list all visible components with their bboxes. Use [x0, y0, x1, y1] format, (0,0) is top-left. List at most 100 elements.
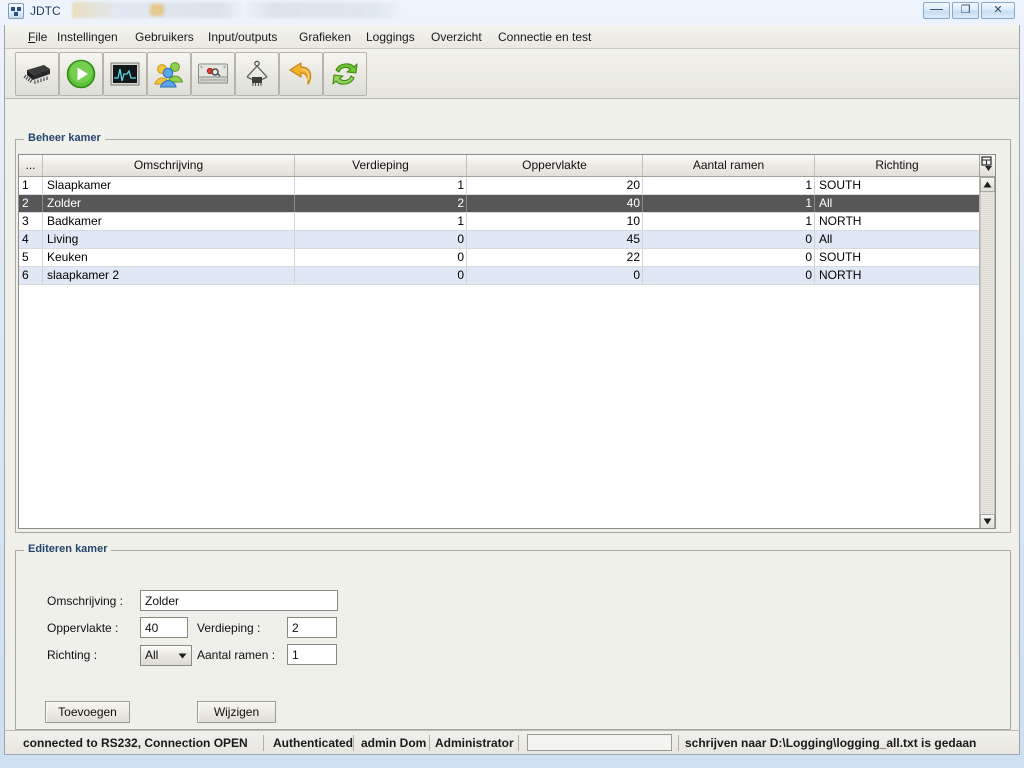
maximize-button[interactable]: ❐: [952, 2, 979, 19]
scroll-down-button[interactable]: [980, 514, 995, 528]
menu-item-grafieken[interactable]: Grafieken: [290, 25, 360, 49]
table-cell-win: 1: [643, 213, 815, 230]
menu-item-connectie-en-test[interactable]: Connectie en test: [489, 25, 600, 49]
table-cell-desc: Keuken: [43, 249, 295, 266]
table-cell-idx: 6: [19, 267, 43, 284]
scrollbar-track[interactable]: [980, 192, 995, 514]
table-vertical-scrollbar[interactable]: [979, 177, 995, 528]
table-header-aantal-ramen[interactable]: Aantal ramen: [643, 155, 815, 176]
toolbar-button-probe[interactable]: [235, 52, 279, 96]
table-cell-dir: All: [819, 196, 833, 210]
aantal-ramen-input[interactable]: [287, 644, 337, 665]
minimize-button[interactable]: —: [923, 2, 950, 19]
table-cell-idx: 3: [19, 213, 43, 230]
table-row[interactable]: 6 slaapkamer 2 0 0 0 NORTH: [19, 267, 995, 285]
table-header-verdieping[interactable]: Verdieping: [295, 155, 467, 176]
undo-arrow-icon: [289, 62, 312, 85]
omschrijving-label: Omschrijving :: [47, 594, 124, 608]
toolbar-button-users[interactable]: [147, 52, 191, 96]
status-auth: Authenticated: [273, 736, 354, 750]
toolbar: [5, 49, 1019, 99]
table-cell-dir: All: [819, 232, 833, 246]
beheer-kamer-panel: Beheer kamer ... Omschrijving Verdieping…: [15, 132, 1011, 533]
menu-item-loggings[interactable]: Loggings: [357, 25, 424, 49]
table-cell-area: 40: [467, 195, 643, 212]
chevron-down-icon: [983, 518, 992, 525]
status-connection: connected to RS232, Connection OPEN: [23, 736, 248, 750]
status-bar: connected to RS232, Connection OPEN Auth…: [5, 730, 1019, 754]
chevron-up-icon: [983, 181, 992, 188]
table-cell-floor: 0: [295, 231, 467, 248]
table-cell-win: 0: [643, 267, 815, 284]
table-header-richting[interactable]: Richting: [815, 155, 979, 176]
close-button[interactable]: ✕: [981, 2, 1015, 19]
table-cell-win: 1: [643, 177, 815, 194]
rooms-table[interactable]: ... Omschrijving Verdieping Oppervlakte …: [18, 154, 996, 529]
table-cell-idx: 5: [19, 249, 43, 266]
wijzigen-button[interactable]: Wijzigen: [197, 701, 276, 723]
oscilloscope-icon: [110, 62, 140, 86]
window-title: JDTC: [30, 4, 61, 18]
oppervlakte-input[interactable]: [140, 617, 188, 638]
table-cell-desc: Badkamer: [43, 213, 295, 230]
app-icon: [8, 3, 24, 19]
richting-selected-value: All: [145, 648, 159, 662]
toolbar-button-refresh[interactable]: [323, 52, 367, 96]
toolbar-button-start[interactable]: [59, 52, 103, 96]
table-row[interactable]: 2 Zolder 2 40 1 All: [19, 195, 995, 213]
application-window: JDTC — ❐ ✕ File Instellingen Gebruikers …: [0, 0, 1024, 768]
table-cell-desc: Living: [43, 231, 295, 248]
status-role: Administrator: [435, 736, 514, 750]
close-icon: ✕: [993, 4, 1003, 16]
status-divider-2: [353, 735, 354, 751]
table-cell-floor: 0: [295, 249, 467, 266]
menu-item-input-outputs[interactable]: Input/outputs: [199, 25, 286, 49]
beheer-kamer-title: Beheer kamer: [24, 132, 105, 144]
table-row[interactable]: 3 Badkamer 1 10 1 NORTH: [19, 213, 995, 231]
menu-item-overzicht[interactable]: Overzicht: [422, 25, 491, 49]
table-cell-win: 0: [643, 231, 815, 248]
table-header-oppervlakte[interactable]: Oppervlakte: [467, 155, 643, 176]
menu-bar: File Instellingen Gebruikers Input/outpu…: [5, 25, 1019, 49]
verdieping-input[interactable]: [287, 617, 337, 638]
toolbar-button-oscilloscope[interactable]: [103, 52, 147, 96]
menu-item-gebruikers[interactable]: Gebruikers: [126, 25, 203, 49]
status-progress-field[interactable]: [527, 734, 672, 751]
toolbar-button-chip[interactable]: [15, 52, 59, 96]
editeren-kamer-panel: Editeren kamer: [15, 543, 1011, 730]
titlebar-ghost-highlight: [150, 4, 164, 16]
menu-item-instellingen[interactable]: Instellingen: [48, 25, 127, 49]
table-cell-win: 0: [643, 249, 815, 266]
table-cell-desc: Zolder: [43, 195, 295, 212]
table-row[interactable]: 1 Slaapkamer 1 20 1 SOUTH: [19, 177, 995, 195]
toolbar-button-io-module[interactable]: [191, 52, 235, 96]
table-cell-idx: 4: [19, 231, 43, 248]
table-header-row: ... Omschrijving Verdieping Oppervlakte …: [19, 155, 995, 177]
io-module-icon: [198, 63, 228, 84]
scroll-up-button[interactable]: [980, 177, 995, 192]
toolbar-button-undo[interactable]: [279, 52, 323, 96]
table-cell-dir: NORTH: [819, 214, 862, 228]
toevoegen-button[interactable]: Toevoegen: [45, 701, 130, 723]
table-column-chooser-button[interactable]: [979, 155, 995, 176]
status-divider-3: [429, 735, 430, 751]
table-cell-area: 45: [467, 231, 643, 248]
oppervlakte-label: Oppervlakte :: [47, 621, 119, 635]
richting-dropdown-arrow[interactable]: [174, 646, 191, 665]
table-cell-area: 0: [467, 267, 643, 284]
table-row[interactable]: 5 Keuken 0 22 0 SOUTH: [19, 249, 995, 267]
omschrijving-input[interactable]: [140, 590, 338, 611]
table-cell-floor: 0: [295, 267, 467, 284]
table-header-index[interactable]: ...: [19, 155, 43, 176]
table-cell-desc: slaapkamer 2: [43, 267, 295, 284]
status-log-message: schrijven naar D:\Logging\logging_all.tx…: [685, 736, 977, 750]
status-user: admin Dom: [361, 736, 427, 750]
minimize-icon: —: [930, 1, 943, 16]
table-cell-floor: 2: [295, 195, 467, 212]
table-header-omschrijving[interactable]: Omschrijving: [43, 155, 295, 176]
refresh-icon: [332, 63, 358, 85]
aantal-ramen-label: Aantal ramen :: [197, 648, 276, 662]
titlebar-background-ghost-text: [72, 2, 402, 18]
verdieping-label: Verdieping :: [197, 621, 261, 635]
table-row[interactable]: 4 Living 0 45 0 All: [19, 231, 995, 249]
